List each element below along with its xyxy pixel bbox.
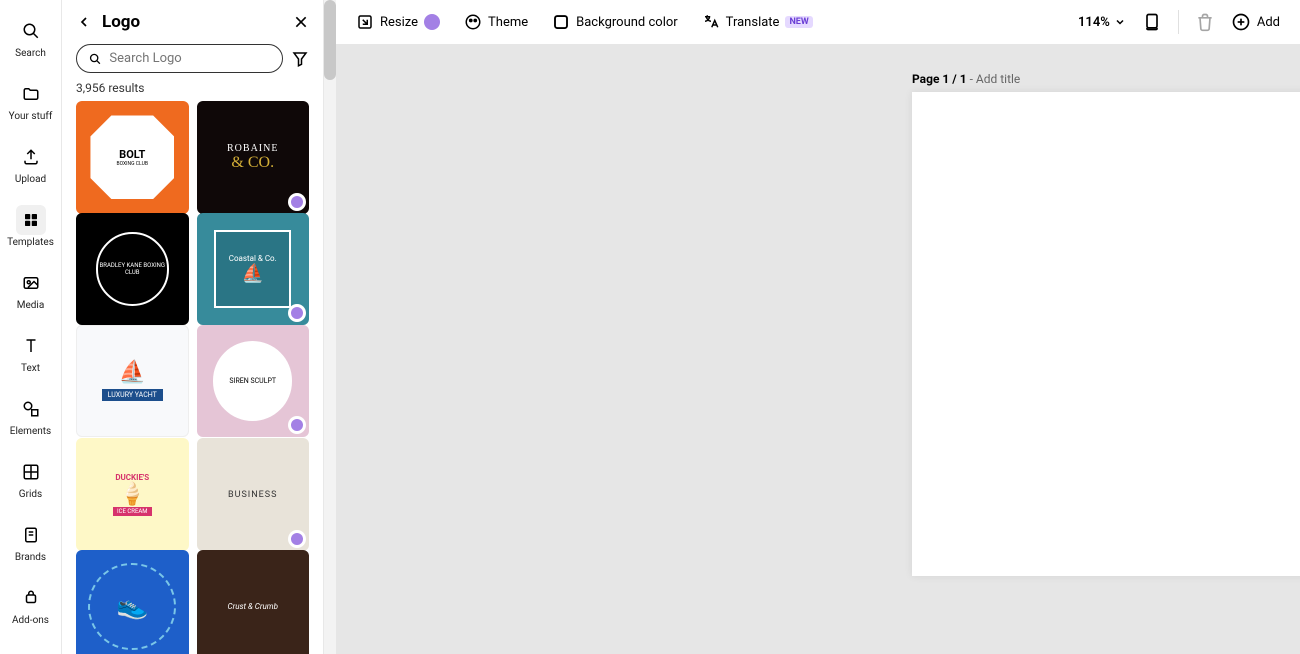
- rail-addons[interactable]: Add-ons: [5, 577, 57, 632]
- rail-label: Search: [15, 48, 46, 59]
- template-thumb[interactable]: BUSINESS: [197, 438, 310, 551]
- page-label[interactable]: Page 1 / 1 - Add title: [912, 72, 1020, 86]
- premium-icon: [288, 304, 306, 322]
- add-button[interactable]: Add: [1231, 12, 1280, 32]
- text-icon: [22, 337, 40, 355]
- bgcolor-button[interactable]: Background color: [552, 13, 678, 31]
- premium-icon: [288, 530, 306, 548]
- scrollbar-thumb[interactable]: [324, 0, 336, 80]
- rail-elements[interactable]: Elements: [5, 388, 57, 443]
- template-thumb[interactable]: SIREN SCULPT: [197, 325, 310, 438]
- separator: [1178, 10, 1179, 34]
- rail-label: Add-ons: [12, 615, 49, 626]
- template-grid: BOLTBOXING CLUB ROBAINE& CO. BRADLEY KAN…: [62, 101, 323, 654]
- template-thumb[interactable]: BOLTBOXING CLUB: [76, 101, 189, 214]
- template-thumb[interactable]: BRADLEY KANE BOXING CLUB: [76, 213, 189, 326]
- template-thumb[interactable]: 👟: [76, 550, 189, 654]
- template-thumb[interactable]: ROBAINE& CO.: [197, 101, 310, 214]
- upload-icon: [22, 148, 40, 166]
- search-icon: [89, 52, 101, 66]
- folder-icon: [22, 85, 40, 103]
- plus-circle-icon: [1231, 12, 1251, 32]
- new-badge: NEW: [785, 16, 812, 28]
- main-area: Resize Theme Background color Translate …: [336, 0, 1300, 654]
- pages-icon[interactable]: [1142, 12, 1162, 32]
- theme-icon: [464, 13, 482, 31]
- topbar: Resize Theme Background color Translate …: [336, 0, 1300, 44]
- side-rail: Search Your stuff Upload Templates Media…: [0, 0, 62, 654]
- panel-scrollbar[interactable]: [324, 0, 336, 654]
- resize-button[interactable]: Resize: [356, 13, 440, 31]
- rail-label: Upload: [15, 174, 46, 185]
- rail-label: Elements: [10, 426, 51, 437]
- zoom-control[interactable]: 114%: [1078, 15, 1126, 30]
- premium-icon: [288, 416, 306, 434]
- shapes-icon: [22, 400, 40, 418]
- template-thumb[interactable]: ⛵LUXURY YACHT: [76, 325, 189, 438]
- canvas[interactable]: [912, 92, 1300, 576]
- template-thumb[interactable]: DUCKIE'S🍦ICE CREAM: [76, 438, 189, 551]
- rail-media[interactable]: Media: [5, 262, 57, 317]
- template-thumb[interactable]: Coastal & Co.⛵: [197, 213, 310, 326]
- rail-grids[interactable]: Grids: [5, 451, 57, 506]
- rail-label: Your stuff: [9, 111, 53, 122]
- resize-icon: [356, 13, 374, 31]
- theme-button[interactable]: Theme: [464, 13, 528, 31]
- media-icon: [22, 274, 40, 292]
- translate-button[interactable]: Translate NEW: [702, 13, 813, 31]
- search-input[interactable]: [109, 51, 270, 66]
- rail-search[interactable]: Search: [5, 10, 57, 65]
- back-icon[interactable]: [76, 14, 92, 30]
- close-icon[interactable]: [293, 14, 309, 30]
- rail-label: Media: [17, 300, 45, 311]
- canvas-area[interactable]: Page 1 / 1 - Add title: [336, 44, 1300, 654]
- addons-icon: [22, 589, 40, 607]
- template-thumb[interactable]: Crust & Crumb: [197, 550, 310, 654]
- rail-upload[interactable]: Upload: [5, 136, 57, 191]
- templates-panel: Logo 3,956 results BOLTBOXING CLUB ROBAI…: [62, 0, 324, 654]
- rail-your-stuff[interactable]: Your stuff: [5, 73, 57, 128]
- rail-label: Templates: [7, 237, 54, 248]
- square-icon: [552, 13, 570, 31]
- rail-templates[interactable]: Templates: [5, 199, 57, 254]
- brands-icon: [22, 526, 40, 544]
- rail-brands[interactable]: Brands: [5, 514, 57, 569]
- premium-icon: [288, 193, 306, 211]
- grids-icon: [22, 463, 40, 481]
- templates-icon: [22, 211, 40, 229]
- rail-text[interactable]: Text: [5, 325, 57, 380]
- trash-icon: [1195, 12, 1215, 32]
- rail-label: Grids: [19, 489, 42, 500]
- search-icon: [22, 22, 40, 40]
- chevron-down-icon: [1114, 16, 1126, 28]
- translate-icon: [702, 13, 720, 31]
- rail-label: Brands: [15, 552, 46, 563]
- results-count: 3,956 results: [62, 81, 323, 101]
- premium-badge-icon: [424, 14, 440, 30]
- search-box[interactable]: [76, 44, 283, 73]
- rail-label: Text: [21, 363, 40, 374]
- filter-icon[interactable]: [291, 50, 309, 68]
- panel-title: Logo: [102, 12, 283, 32]
